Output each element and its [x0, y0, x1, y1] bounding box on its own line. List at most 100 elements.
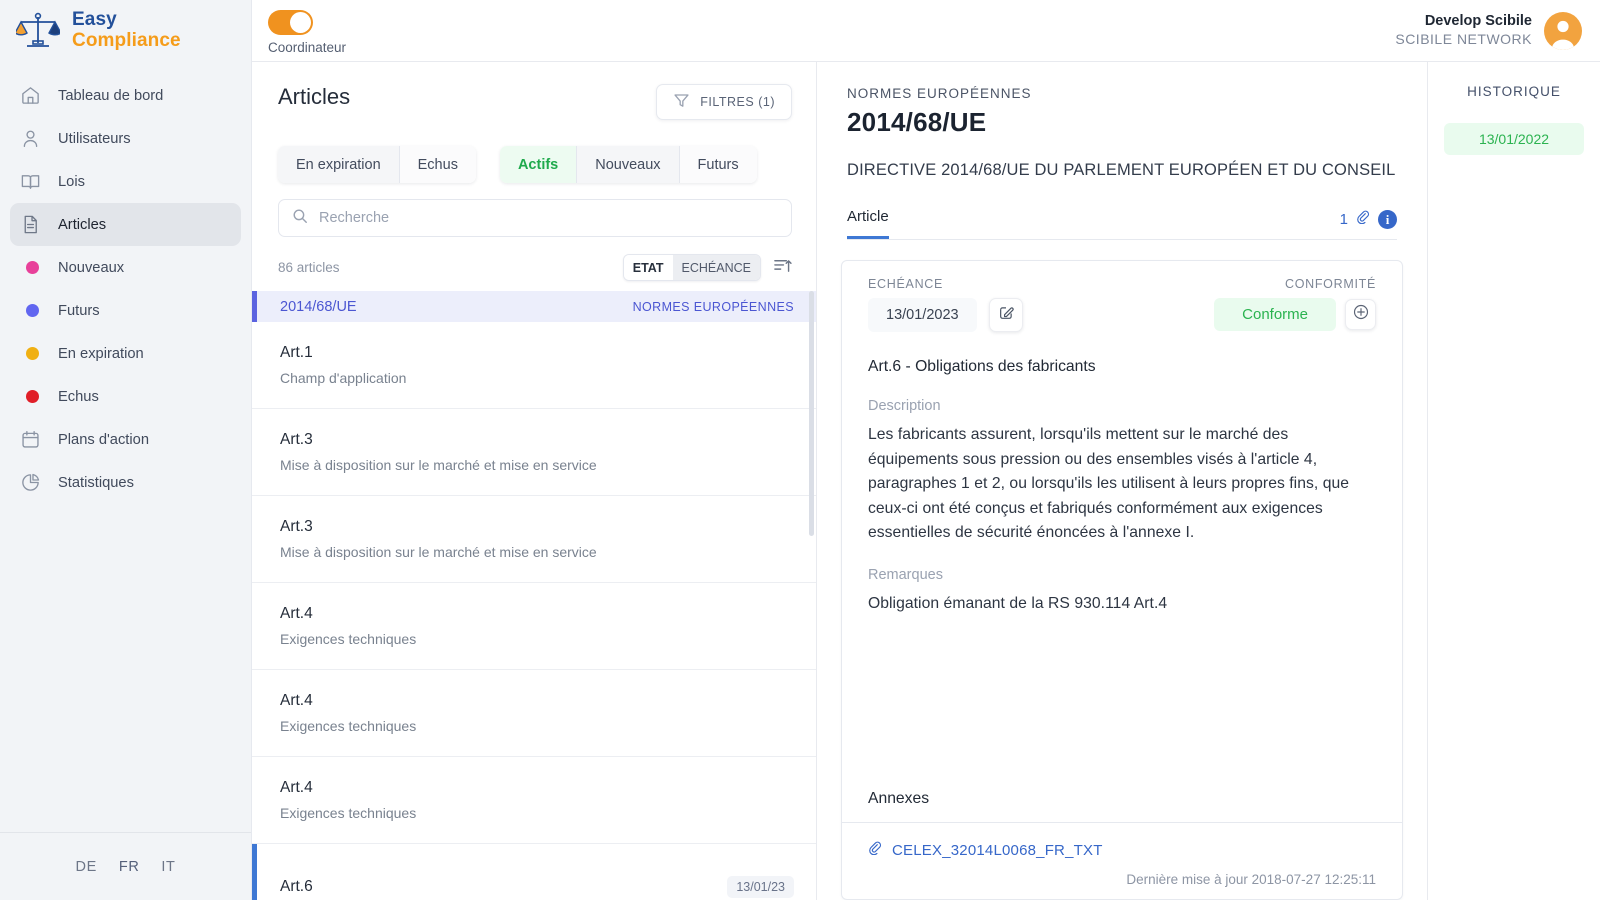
- remarks-label: Remarques: [868, 567, 1376, 583]
- articles-list-panel: Articles FILTRES (1) En exp: [252, 62, 817, 900]
- sidebar-item-futurs[interactable]: Futurs: [10, 289, 241, 332]
- annexes-header: Annexes: [842, 790, 1402, 822]
- avatar[interactable]: [1544, 12, 1582, 50]
- home-icon: [19, 85, 41, 107]
- lang-it[interactable]: IT: [161, 859, 175, 875]
- sidebar-nav: Tableau de bord Utilisateurs: [0, 74, 251, 504]
- articles-list[interactable]: 2014/68/UE NORMES EUROPÉENNES Art.1 Cham…: [252, 291, 816, 900]
- add-conformite-button[interactable]: [1345, 299, 1376, 330]
- user-menu[interactable]: Develop Scibile SCIBILE NETWORK: [1395, 12, 1582, 50]
- list-item[interactable]: CELEX_32014L0068_FR_TXT: [868, 841, 1376, 860]
- annexes-list: CELEX_32014L0068_FR_TXT: [842, 822, 1402, 860]
- annex-link[interactable]: CELEX_32014L0068_FR_TXT: [892, 842, 1103, 859]
- list-item-title: 2014/68/UE: [280, 299, 357, 315]
- segment-futurs[interactable]: Futurs: [680, 146, 757, 183]
- echeance-label: ECHÉANCE: [868, 277, 1023, 291]
- list-item-subtitle: Exigences techniques: [280, 805, 794, 821]
- sidebar-item-statistiques[interactable]: Statistiques: [10, 461, 241, 504]
- detail-title: 2014/68/UE: [847, 107, 1397, 138]
- last-updated-text: Dernière mise à jour 2018-07-27 12:25:11: [842, 860, 1402, 899]
- table-row[interactable]: Art.1 Champ d'application: [252, 322, 816, 409]
- segment-en-expiration[interactable]: En expiration: [278, 146, 400, 183]
- article-heading: Art.6 - Obligations des fabricants: [868, 358, 1376, 376]
- dot-icon: [19, 300, 41, 322]
- segment-echus[interactable]: Echus: [400, 146, 476, 183]
- state-segmented-control: Actifs Nouveaux Futurs: [500, 146, 757, 183]
- description-label: Description: [868, 398, 1376, 414]
- edit-echeance-button[interactable]: [989, 298, 1023, 332]
- search-box[interactable]: [278, 199, 792, 237]
- list-item-title: Art.3: [280, 518, 313, 536]
- paperclip-icon: [868, 841, 882, 860]
- table-row[interactable]: Art.4 Exigences techniques: [252, 583, 816, 670]
- filters-button[interactable]: FILTRES (1): [656, 84, 792, 120]
- segment-actifs[interactable]: Actifs: [500, 146, 577, 183]
- list-item-law[interactable]: 2014/68/UE NORMES EUROPÉENNES: [252, 291, 816, 322]
- paperclip-icon[interactable]: [1356, 210, 1370, 229]
- segment-nouveaux[interactable]: Nouveaux: [577, 146, 679, 183]
- sort-field-segmented-control: ETAT ECHÉANCE: [623, 254, 761, 281]
- list-item-subtitle: Champ d'application: [280, 370, 794, 386]
- list-count-row: 86 articles ETAT ECHÉANCE: [278, 254, 792, 291]
- sidebar-item-echus[interactable]: Echus: [10, 375, 241, 418]
- filter-icon: [673, 92, 690, 112]
- sidebar-item-label: Tableau de bord: [58, 88, 163, 104]
- list-item-subtitle: Mise à disposition sur le marché et mise…: [280, 544, 794, 560]
- sort-direction-icon[interactable]: [773, 256, 792, 280]
- sidebar-item-articles[interactable]: Articles: [10, 203, 241, 246]
- sort-by-etat[interactable]: ETAT: [624, 255, 673, 280]
- sidebar-item-nouveaux[interactable]: Nouveaux: [10, 246, 241, 289]
- sidebar-item-tableau-de-bord[interactable]: Tableau de bord: [10, 74, 241, 117]
- sidebar: Easy Compliance Tableau de bord: [0, 0, 252, 900]
- content-row: Articles FILTRES (1) En exp: [252, 62, 1600, 900]
- sidebar-item-en-expiration[interactable]: En expiration: [10, 332, 241, 375]
- table-row[interactable]: Art.3 Mise à disposition sur le marché e…: [252, 496, 816, 583]
- table-row[interactable]: Art.3 Mise à disposition sur le marché e…: [252, 409, 816, 496]
- list-item-title: Art.6: [280, 878, 313, 896]
- article-meta-row: ECHÉANCE 13/01/2023: [842, 261, 1402, 332]
- pie-chart-icon: [19, 472, 41, 494]
- list-scrollbar[interactable]: [809, 291, 814, 536]
- table-row-selected[interactable]: Art.6 13/01/23: [252, 844, 816, 900]
- brand-line-1: Easy: [72, 10, 181, 31]
- article-content: Art.6 - Obligations des fabricants Descr…: [842, 332, 1402, 790]
- sidebar-item-plans-daction[interactable]: Plans d'action: [10, 418, 241, 461]
- edit-pencil-icon: [998, 305, 1014, 326]
- sidebar-item-label: Lois: [58, 174, 85, 190]
- coordinator-toggle[interactable]: [268, 10, 313, 35]
- lang-de[interactable]: DE: [76, 859, 97, 875]
- dot-icon: [19, 257, 41, 279]
- info-icon[interactable]: i: [1378, 210, 1397, 229]
- brand-logo[interactable]: Easy Compliance: [0, 0, 251, 62]
- main-region: Coordinateur Develop Scibile SCIBILE NET…: [252, 0, 1600, 900]
- list-item-title: Art.4: [280, 692, 313, 710]
- table-row[interactable]: Art.4 Exigences techniques: [252, 670, 816, 757]
- history-title: HISTORIQUE: [1444, 84, 1584, 99]
- status-badge[interactable]: Conforme: [1214, 298, 1336, 331]
- list-item-title: Art.4: [280, 779, 313, 797]
- tab-article[interactable]: Article: [847, 208, 889, 239]
- lang-fr[interactable]: FR: [119, 859, 140, 875]
- sidebar-item-lois[interactable]: Lois: [10, 160, 241, 203]
- scales-logo-icon: [16, 11, 60, 51]
- sidebar-item-utilisateurs[interactable]: Utilisateurs: [10, 117, 241, 160]
- echeance-value: 13/01/2023: [868, 298, 977, 332]
- articles-count: 86 articles: [278, 260, 340, 275]
- sort-by-echeance[interactable]: ECHÉANCE: [673, 255, 760, 280]
- dot-icon: [19, 386, 41, 408]
- sidebar-item-label: Statistiques: [58, 475, 134, 491]
- user-organization: SCIBILE NETWORK: [1395, 31, 1532, 49]
- list-item-title: Art.3: [280, 431, 313, 449]
- history-entry[interactable]: 13/01/2022: [1444, 123, 1584, 155]
- history-panel: HISTORIQUE 13/01/2022: [1428, 62, 1600, 900]
- articles-list-header: Articles FILTRES (1) En exp: [252, 62, 816, 291]
- plus-circle-icon: [1352, 303, 1370, 326]
- article-detail-panel: NORMES EUROPÉENNES 2014/68/UE DIRECTIVE …: [817, 62, 1428, 900]
- calendar-icon: [19, 429, 41, 451]
- search-input[interactable]: [319, 210, 778, 226]
- attachment-count: 1: [1340, 211, 1348, 228]
- sidebar-item-label: Utilisateurs: [58, 131, 131, 147]
- table-row[interactable]: Art.4 Exigences techniques: [252, 757, 816, 844]
- filters-button-label: FILTRES (1): [700, 95, 775, 109]
- sidebar-item-label: Futurs: [58, 303, 100, 319]
